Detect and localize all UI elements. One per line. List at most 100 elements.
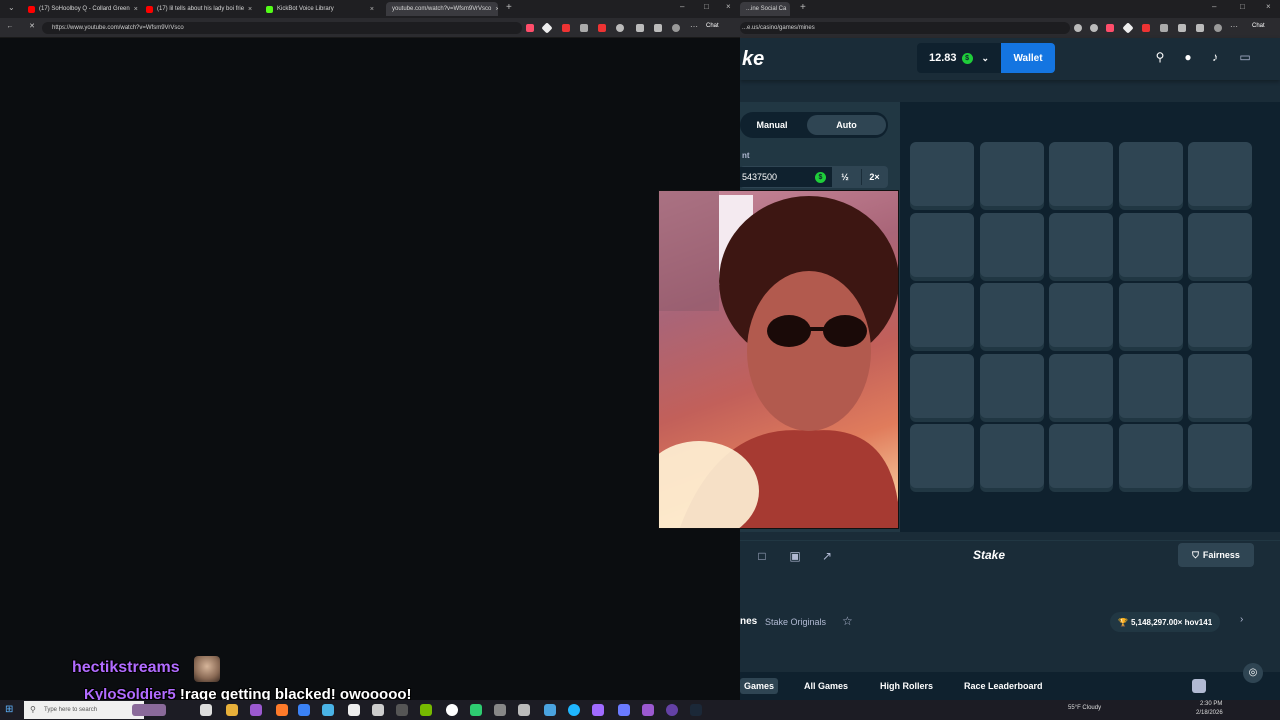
extension-icon[interactable]	[616, 24, 624, 32]
mine-tile[interactable]	[1188, 212, 1252, 277]
stake-logo[interactable]: ke	[742, 48, 764, 71]
mine-tile[interactable]	[1118, 142, 1183, 206]
maximize-icon[interactable]: □	[1240, 2, 1245, 11]
favorites-icon[interactable]	[654, 24, 662, 32]
close-tab-icon[interactable]: ×	[495, 6, 498, 13]
clock-date[interactable]: 2/18/2026	[1196, 710, 1223, 716]
copilot-chat-button[interactable]: Chat	[706, 23, 719, 29]
extension-icon[interactable]	[1142, 24, 1150, 32]
new-tab-button[interactable]: +	[800, 2, 806, 13]
mine-tile[interactable]	[1049, 353, 1113, 418]
app-icon[interactable]	[666, 704, 678, 716]
edge-icon[interactable]	[568, 704, 580, 716]
mine-tile[interactable]	[910, 283, 974, 347]
close-window-icon[interactable]: ×	[1266, 2, 1271, 11]
copilot-chat-button[interactable]: Chat	[1252, 23, 1265, 29]
mine-tile[interactable]	[1118, 212, 1183, 277]
more-icon[interactable]: ⋯	[1230, 22, 1238, 31]
balance-selector[interactable]: 12.83 $ ⌄	[917, 43, 1002, 73]
taskbar-search-box[interactable]: Type here to search	[24, 701, 144, 719]
windows-start-icon[interactable]: ⊞	[5, 704, 16, 715]
manual-tab[interactable]: Manual	[742, 115, 802, 135]
mine-tile[interactable]	[910, 212, 974, 277]
mine-tile[interactable]	[1118, 424, 1183, 488]
tab-games[interactable]: Games	[740, 678, 779, 694]
extension-icon[interactable]	[580, 24, 588, 32]
bet-amount-input[interactable]: 5437500 $	[740, 167, 832, 187]
clock-time[interactable]: 2:30 PM	[1200, 701, 1222, 707]
extension-icon[interactable]	[541, 22, 553, 34]
app-icon[interactable]	[592, 704, 604, 716]
close-tab-icon[interactable]: ×	[370, 6, 374, 13]
new-tab-button[interactable]: +	[506, 2, 512, 13]
close-window-icon[interactable]: ×	[726, 2, 731, 11]
app-icon[interactable]	[298, 704, 310, 716]
app-icon[interactable]	[322, 704, 334, 716]
favorite-star-icon[interactable]: ☆	[842, 614, 853, 628]
mine-tile[interactable]	[1118, 353, 1183, 418]
tab-1[interactable]: (17) SoHoolboy Q - Collard Green ×	[22, 2, 138, 16]
mine-tile[interactable]	[910, 353, 974, 418]
app-icon[interactable]	[348, 704, 360, 716]
mine-tile[interactable]	[979, 283, 1044, 347]
tab-3[interactable]: KickBot Voice Library ×	[260, 2, 380, 16]
app-icon[interactable]	[226, 704, 238, 716]
tab-stake[interactable]: ...ine Social Ca ×	[740, 2, 790, 16]
profile-icon[interactable]	[672, 24, 680, 32]
extension-icon[interactable]	[1074, 24, 1082, 32]
url-field[interactable]: https://www.youtube.com/watch?v=Wfsm9VrV…	[42, 22, 522, 34]
tab-search-icon[interactable]: ⌄	[8, 3, 15, 12]
tab-race-leaderboard[interactable]: Race Leaderboard	[960, 678, 1047, 694]
mine-tile[interactable]	[979, 142, 1044, 206]
mine-tile[interactable]	[1188, 424, 1252, 488]
app-icon[interactable]	[420, 704, 432, 716]
profile-icon[interactable]	[1214, 24, 1222, 32]
extension-icon[interactable]	[1090, 24, 1098, 32]
search-icon[interactable]: ⚲	[1153, 50, 1167, 64]
extension-icon[interactable]	[526, 24, 534, 32]
tab-2[interactable]: (17) lil tells about his lady boi frie ×	[140, 2, 258, 16]
bot-icon[interactable]	[1192, 679, 1206, 693]
half-bet-button[interactable]: ½	[832, 169, 858, 185]
mine-tile[interactable]	[979, 353, 1044, 418]
mine-tile[interactable]	[1118, 283, 1183, 347]
record-badge[interactable]: 🏆 5,148,297.00× hov141	[1110, 612, 1221, 632]
support-headset-icon[interactable]: ◎	[1243, 663, 1263, 683]
tab-high-rollers[interactable]: High Rollers	[876, 678, 937, 694]
url-field[interactable]: ...e.us/casino/games/mines	[740, 22, 1070, 34]
fairness-button[interactable]: ⛉ Fairness	[1178, 543, 1254, 567]
mine-tile[interactable]	[1188, 142, 1252, 206]
extension-icon[interactable]	[1122, 22, 1134, 34]
extension-icon[interactable]	[1178, 24, 1186, 32]
wallet-button[interactable]: Wallet	[1001, 43, 1055, 73]
double-bet-button[interactable]: 2×	[861, 169, 887, 185]
favorites-icon[interactable]	[1196, 24, 1204, 32]
app-icon[interactable]	[518, 704, 530, 716]
close-tab-icon[interactable]: ×	[248, 6, 252, 13]
minimize-icon[interactable]: –	[1212, 2, 1216, 11]
mine-tile[interactable]	[979, 212, 1044, 277]
app-icon[interactable]	[250, 704, 262, 716]
chevron-right-icon[interactable]: ›	[1240, 614, 1243, 625]
extension-icon[interactable]	[598, 24, 606, 32]
user-icon[interactable]: ●	[1181, 50, 1195, 64]
app-icon[interactable]	[276, 704, 288, 716]
extension-icon[interactable]	[1160, 24, 1168, 32]
search-highlight-icon[interactable]	[132, 704, 166, 716]
mine-tile[interactable]	[910, 142, 974, 206]
extension-icon[interactable]	[1106, 24, 1114, 32]
reload-icon[interactable]: ✕	[28, 23, 36, 31]
close-tab-icon[interactable]: ×	[134, 6, 138, 13]
app-icon[interactable]	[494, 704, 506, 716]
theatre-mode-icon[interactable]: □	[755, 549, 769, 563]
mine-tile[interactable]	[1188, 353, 1252, 418]
mine-tile[interactable]	[979, 424, 1044, 488]
mine-tile[interactable]	[1049, 283, 1113, 347]
app-icon[interactable]	[372, 704, 384, 716]
bell-icon[interactable]: ♪	[1208, 50, 1222, 64]
auto-tab[interactable]: Auto	[807, 115, 886, 135]
minimize-icon[interactable]: –	[680, 2, 684, 11]
extension-icon[interactable]	[636, 24, 644, 32]
tab-4[interactable]: youtube.com/watch?v=Wfsm9VrVsco ×	[386, 2, 498, 16]
back-icon[interactable]: ←	[6, 23, 14, 31]
